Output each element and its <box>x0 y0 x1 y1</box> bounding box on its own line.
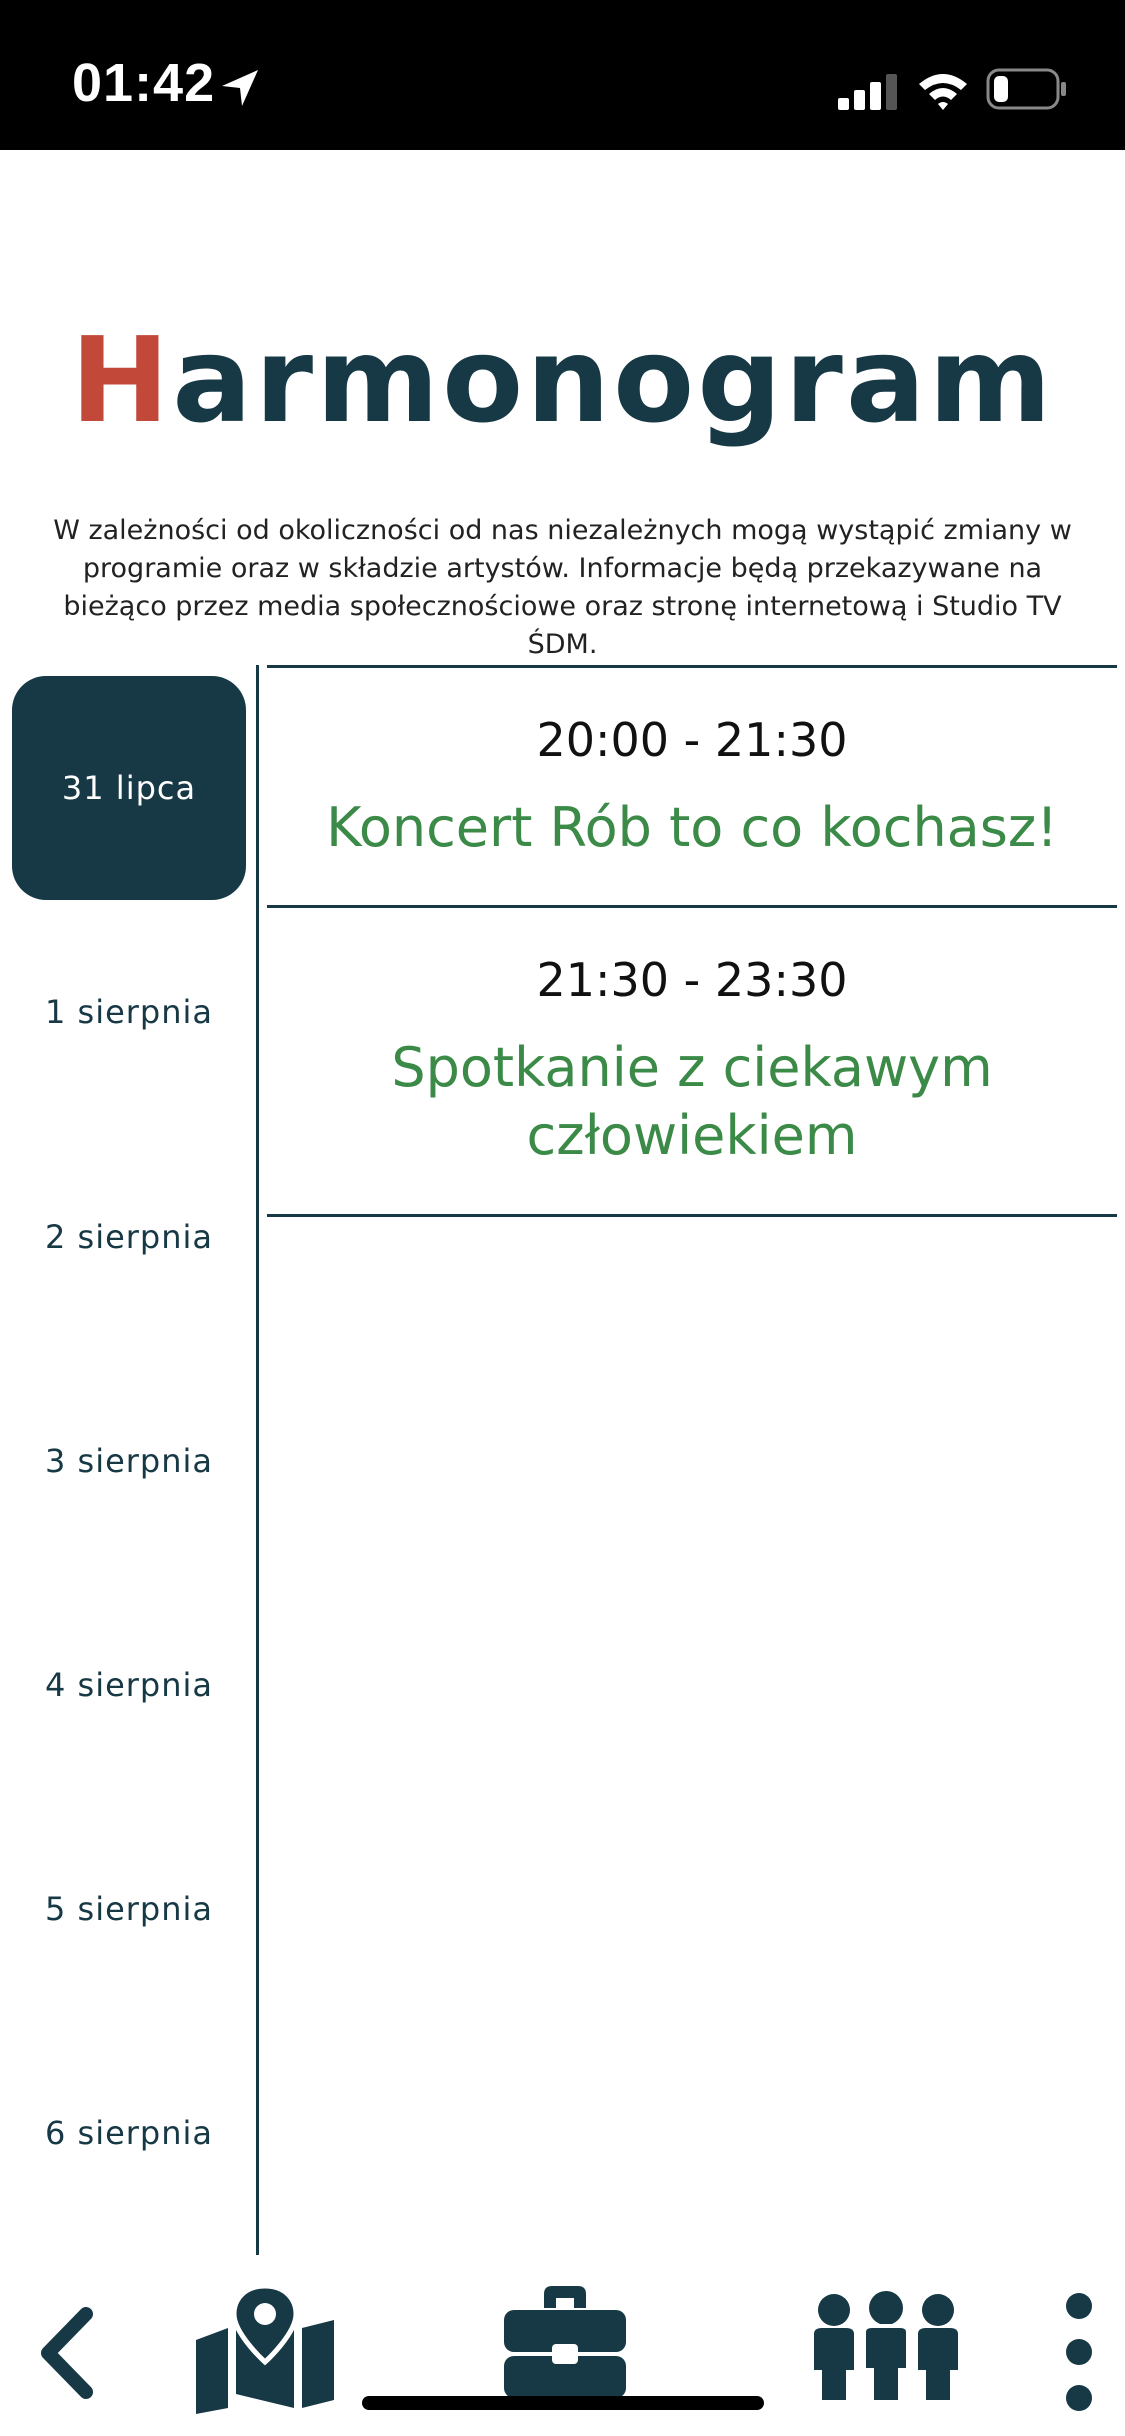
event-name: Spotkanie z ciekawym człowiekiem <box>391 1036 993 1167</box>
event-item[interactable]: 21:30 - 23:30 Spotkanie z ciekawym człow… <box>267 950 1117 1170</box>
day-tab-label: 3 sierpnia <box>44 1442 214 1480</box>
bottom-nav <box>0 2270 1125 2436</box>
schedule-notice: W zależności od okoliczności od nas niez… <box>53 515 1072 660</box>
more-vertical-icon[interactable] <box>1054 2290 1104 2416</box>
day-tab-label: 6 sierpnia <box>44 2114 214 2152</box>
battery-icon <box>986 68 1066 110</box>
signal-icon <box>838 74 897 110</box>
day-tab-3-sierpnia[interactable]: 3 sierpnia <box>12 1349 246 1573</box>
day-tab-label: 4 sierpnia <box>44 1666 214 1704</box>
event-divider <box>267 1214 1117 1217</box>
event-time: 20:00 - 21:30 <box>536 713 848 767</box>
page-title: Harmonogram <box>0 305 1125 455</box>
people-icon[interactable] <box>806 2290 966 2404</box>
day-tab-2-sierpnia[interactable]: 2 sierpnia <box>12 1125 246 1349</box>
status-bar: 01:42 <box>0 0 1125 150</box>
location-arrow-icon <box>222 70 258 106</box>
day-tab-5-sierpnia[interactable]: 5 sierpnia <box>12 1797 246 2021</box>
event-time: 21:30 - 23:30 <box>536 953 848 1007</box>
page-title-rest: armonogram <box>172 311 1055 449</box>
status-time: 01:42 <box>72 53 216 113</box>
day-tab-label: 31 lipca <box>61 769 197 807</box>
event-divider <box>267 905 1117 908</box>
back-icon[interactable] <box>28 2298 108 2408</box>
event-divider <box>267 665 1117 668</box>
event-name: Koncert Rób to co kochasz! <box>326 796 1058 859</box>
map-icon[interactable] <box>192 2284 338 2414</box>
home-indicator <box>362 2396 764 2410</box>
day-tab-1-sierpnia[interactable]: 1 sierpnia <box>12 900 246 1124</box>
wifi-icon <box>919 74 967 110</box>
briefcase-icon[interactable] <box>500 2282 630 2402</box>
day-tab-31-lipca[interactable]: 31 lipca <box>12 676 246 900</box>
day-tab-4-sierpnia[interactable]: 4 sierpnia <box>12 1573 246 1797</box>
timeline-divider <box>256 665 259 2255</box>
day-tab-6-sierpnia[interactable]: 6 sierpnia <box>12 2021 246 2245</box>
day-tab-label: 1 sierpnia <box>44 993 214 1031</box>
page-title-first-letter: H <box>70 311 173 449</box>
day-tab-label: 2 sierpnia <box>44 1218 214 1256</box>
event-item[interactable]: 20:00 - 21:30 Koncert Rób to co kochasz! <box>267 710 1117 862</box>
day-tab-label: 5 sierpnia <box>44 1890 214 1928</box>
